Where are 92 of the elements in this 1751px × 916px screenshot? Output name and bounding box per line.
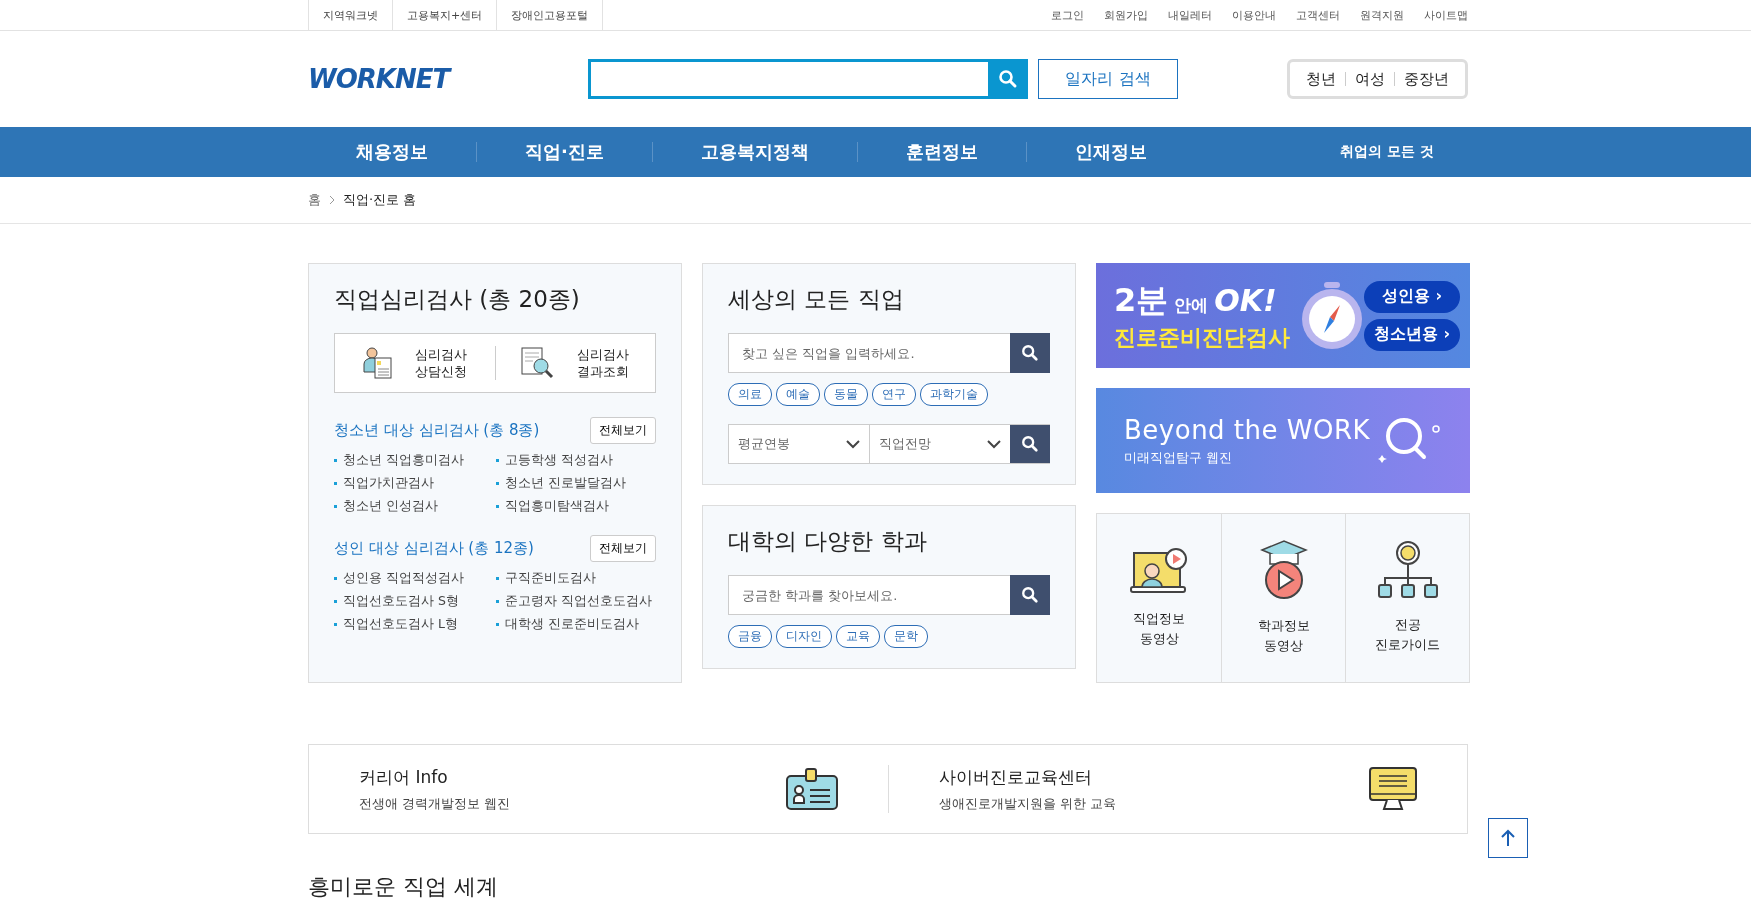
test-link[interactable]: 대학생 진로준비도검사: [496, 616, 656, 633]
search-button[interactable]: [1010, 425, 1050, 463]
search-icon: [1021, 586, 1039, 604]
card-title: 세상의 모든 직업: [728, 285, 905, 314]
site-link[interactable]: 고용복지+센터: [393, 0, 498, 30]
group-title[interactable]: 청소년 대상 심리검사 (총 8종): [334, 421, 540, 440]
target-button[interactable]: 청소년용 ›: [1364, 318, 1460, 351]
nav-item[interactable]: 인재정보: [1025, 142, 1195, 162]
test-link[interactable]: 직업흥미탐색검사: [496, 498, 656, 515]
test-banner[interactable]: 2분 안에 OK! 진로준비진단검사 성인용 › 청소년용 ›: [1096, 263, 1470, 368]
person-document-icon: [362, 346, 393, 380]
utility-link[interactable]: 고객센터: [1296, 7, 1340, 23]
scroll-top-button[interactable]: [1488, 818, 1528, 858]
view-all-button[interactable]: 전체보기: [590, 535, 656, 562]
test-link[interactable]: 성인용 직업적성검사: [334, 570, 496, 587]
search-field[interactable]: [588, 59, 988, 99]
utility-link[interactable]: 회원가입: [1104, 7, 1148, 23]
test-link[interactable]: 청소년 직업흥미검사: [334, 452, 496, 469]
test-link[interactable]: 직업가치관검사: [334, 475, 496, 492]
nav-item[interactable]: 채용정보: [308, 142, 476, 162]
site-link[interactable]: 지역워크넷: [309, 0, 393, 30]
banner-subtitle: 진로준비진단검사: [1114, 323, 1290, 352]
chevron-down-icon: [846, 439, 860, 449]
nav-item[interactable]: 직업·진로: [476, 142, 652, 162]
test-link[interactable]: 직업선호도검사 S형: [334, 593, 496, 610]
utility-link[interactable]: 이용안내: [1232, 7, 1276, 23]
group-title[interactable]: 성인 대상 심리검사 (총 12종): [334, 539, 534, 558]
search-button[interactable]: [1010, 333, 1050, 373]
test-link[interactable]: 청소년 인성검사: [334, 498, 496, 515]
utility-link[interactable]: 원격지원: [1360, 7, 1404, 23]
view-all-button[interactable]: 전체보기: [590, 417, 656, 444]
job-search-field[interactable]: 찾고 싶은 직업을 입력하세요.: [728, 333, 1010, 373]
keyword-tag[interactable]: 디자인: [776, 625, 832, 648]
keyword-tag[interactable]: 금융: [728, 625, 772, 648]
chevron-down-icon: [987, 439, 1001, 449]
section-title: 흥미로운 직업 세계: [308, 873, 499, 901]
banner-title: Beyond the WORK: [1124, 414, 1371, 445]
quick-link[interactable]: 전공 진로가이드: [1345, 514, 1469, 682]
nav-item[interactable]: 훈련정보: [856, 142, 1026, 162]
info-link[interactable]: 사이버진로교육센터 생애진로개발지원을 위한 교육: [887, 765, 1467, 813]
search-icon: [1021, 344, 1039, 362]
keyword-tag[interactable]: 과학기술: [920, 383, 988, 406]
compass-icon: [1300, 280, 1364, 351]
action-link[interactable]: 심리검사 상담신청: [335, 346, 495, 380]
audience-link[interactable]: 청년: [1297, 72, 1345, 86]
chevron-right-icon: [329, 195, 335, 205]
keyword-tag[interactable]: 동물: [824, 383, 868, 406]
search-icon: [998, 69, 1018, 89]
info-link[interactable]: 커리어 Info 전생애 경력개발정보 웹진: [309, 765, 888, 813]
audience-link[interactable]: 여성: [1345, 72, 1394, 86]
document-magnifier-icon: [521, 347, 556, 379]
major-search-field[interactable]: 궁금한 학과를 찾아보세요.: [728, 575, 1010, 615]
keyword-tag[interactable]: 문학: [884, 625, 928, 648]
keyword-tag[interactable]: 예술: [776, 383, 820, 406]
utility-link[interactable]: 사이트맵: [1424, 7, 1468, 23]
monitor-icon: [1369, 767, 1417, 811]
search-button[interactable]: [1010, 575, 1050, 615]
test-link[interactable]: 청소년 진로발달검사: [496, 475, 656, 492]
target-button[interactable]: 성인용 ›: [1364, 280, 1460, 313]
job-search-button[interactable]: 일자리 검색: [1038, 59, 1178, 99]
banner-headline: 2분: [1114, 279, 1169, 321]
search-icon: [1021, 435, 1039, 453]
keyword-tag[interactable]: 교육: [836, 625, 880, 648]
banner-headline: 안에: [1174, 293, 1209, 317]
quick-link[interactable]: 직업정보 동영상: [1097, 514, 1221, 682]
graduation-play-icon: [1259, 540, 1308, 600]
banner-subtitle: 미래직업탐구 웹진: [1124, 448, 1234, 467]
test-link[interactable]: 직업선호도검사 L형: [334, 616, 496, 633]
test-link[interactable]: 구직준비도검사: [496, 570, 656, 587]
site-link[interactable]: 장애인고용포털: [497, 0, 604, 30]
dropdown[interactable]: 평균연봉: [729, 425, 869, 463]
test-link[interactable]: 고등학생 적성검사: [496, 452, 656, 469]
org-chart-icon: [1376, 541, 1439, 599]
nav-link[interactable]: 취업의 모든 것: [1340, 143, 1434, 161]
arrow-up-icon: [1500, 829, 1516, 847]
utility-link[interactable]: 내일레터: [1168, 7, 1212, 23]
test-link[interactable]: 준고령자 직업선호도검사: [496, 593, 656, 610]
keyword-tag[interactable]: 연구: [872, 383, 916, 406]
nav-item[interactable]: 고용복지정책: [651, 142, 857, 162]
keyword-tag[interactable]: 의료: [728, 383, 772, 406]
card-title: 직업심리검사 (총 20종): [334, 285, 581, 314]
breadcrumb-link[interactable]: 직업·진로 홈: [343, 191, 417, 209]
logo[interactable]: WORKNET: [308, 64, 588, 94]
action-link[interactable]: 심리검사 결과조회: [494, 346, 655, 380]
audience-link[interactable]: 중장년: [1394, 72, 1458, 86]
banner-headline: OK!: [1214, 282, 1277, 318]
utility-link[interactable]: 로그인: [1051, 7, 1084, 23]
id-card-icon: [785, 768, 838, 810]
video-lecture-icon: [1130, 547, 1188, 593]
quick-link[interactable]: 학과정보 동영상: [1221, 514, 1345, 682]
card-title: 대학의 다양한 학과: [728, 527, 928, 556]
breadcrumb-link[interactable]: 홈: [308, 191, 321, 209]
